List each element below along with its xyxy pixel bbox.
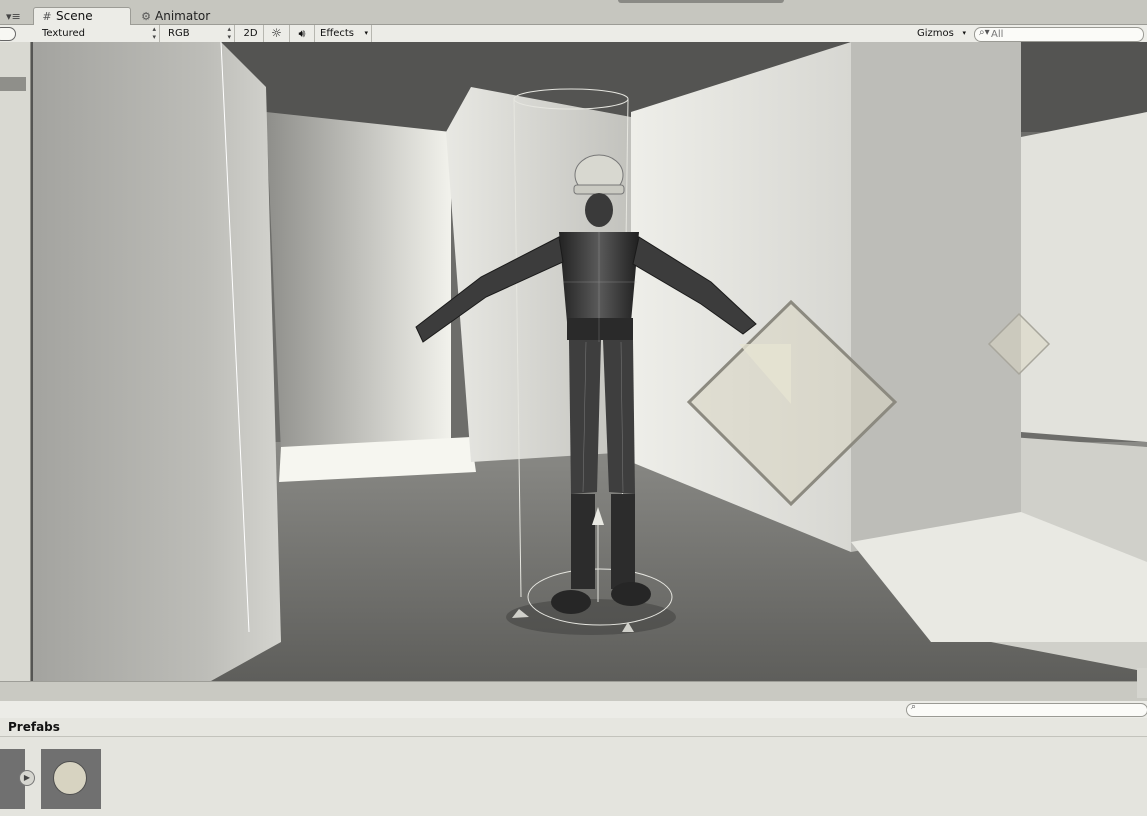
hierarchy-panel-edge xyxy=(0,42,31,682)
asset-grid: ▶ xyxy=(0,737,1147,816)
right-block xyxy=(851,42,1021,552)
speaker-icon: 🔊︎ xyxy=(298,27,306,40)
draw-mode-dropdown[interactable]: Textured ▴ ▾ xyxy=(36,25,160,42)
chevron-down-icon: ▾ xyxy=(364,29,368,37)
window-handle[interactable] xyxy=(618,0,784,3)
scene-search-placeholder: All xyxy=(991,29,1004,40)
play-icon[interactable]: ▶ xyxy=(19,770,35,786)
gizmos-label: Gizmos xyxy=(917,28,954,39)
audio-toggle-button[interactable]: 🔊︎ xyxy=(290,25,315,42)
hierarchy-selected-row[interactable] xyxy=(0,77,26,91)
search-icon: ⌕▾ xyxy=(979,27,990,38)
effects-label: Effects xyxy=(320,28,354,39)
tab-animator[interactable]: ⚙ Animator xyxy=(133,8,218,25)
project-toolbar: ⌕ xyxy=(0,701,1147,719)
project-breadcrumb: Prefabs xyxy=(0,718,1147,737)
search-icon: ⌕ xyxy=(911,702,917,712)
folder-title: Prefabs xyxy=(8,720,60,734)
resize-grip[interactable] xyxy=(1137,668,1147,698)
dropdown-arrows-icon: ▴ ▾ xyxy=(227,25,231,41)
dropdown-arrows-icon: ▴ ▾ xyxy=(152,25,156,41)
project-search-input[interactable]: ⌕ xyxy=(906,702,1147,717)
far-right-wall xyxy=(1021,112,1147,442)
animator-icon: ⚙ xyxy=(141,10,151,23)
panel-splitter[interactable] xyxy=(0,668,1147,702)
scene-render xyxy=(31,42,1147,681)
panel-menu-icon[interactable]: ▾≡ xyxy=(6,10,26,24)
effects-dropdown[interactable]: Effects ▾ xyxy=(316,25,372,42)
asset-thumbnail-sphere[interactable] xyxy=(41,749,101,809)
render-mode-label: RGB xyxy=(168,28,190,39)
grid-icon: # xyxy=(42,10,52,23)
back-wall xyxy=(266,112,451,452)
toggle-2d-button[interactable]: 2D xyxy=(238,25,264,42)
tab-scene-label: Scene xyxy=(56,9,93,23)
left-wall xyxy=(31,42,281,681)
gizmos-dropdown[interactable]: Gizmos ▾ xyxy=(913,25,969,42)
editor-tab-bar: ▾≡ # Scene ⚙ Animator xyxy=(0,0,1147,26)
draw-mode-label: Textured xyxy=(42,28,85,39)
toggle-2d-label: 2D xyxy=(243,28,258,39)
sun-icon: ☼ xyxy=(271,26,282,40)
scene-toolbar: Textured ▴ ▾ RGB ▴ ▾ 2D ☼ 🔊︎ Effects ▾ Giz… xyxy=(0,25,1147,43)
tab-animator-label: Animator xyxy=(155,9,211,23)
scene-viewport[interactable] xyxy=(31,42,1147,681)
scene-search-input[interactable]: ⌕▾ All xyxy=(974,27,1144,42)
tab-scene[interactable]: # Scene xyxy=(33,7,131,26)
lighting-toggle-button[interactable]: ☼ xyxy=(264,25,290,42)
render-mode-dropdown[interactable]: RGB ▴ ▾ xyxy=(162,25,235,42)
hierarchy-search-edge[interactable] xyxy=(0,27,16,41)
sphere-icon xyxy=(53,761,87,795)
chevron-down-icon: ▾ xyxy=(962,29,966,37)
